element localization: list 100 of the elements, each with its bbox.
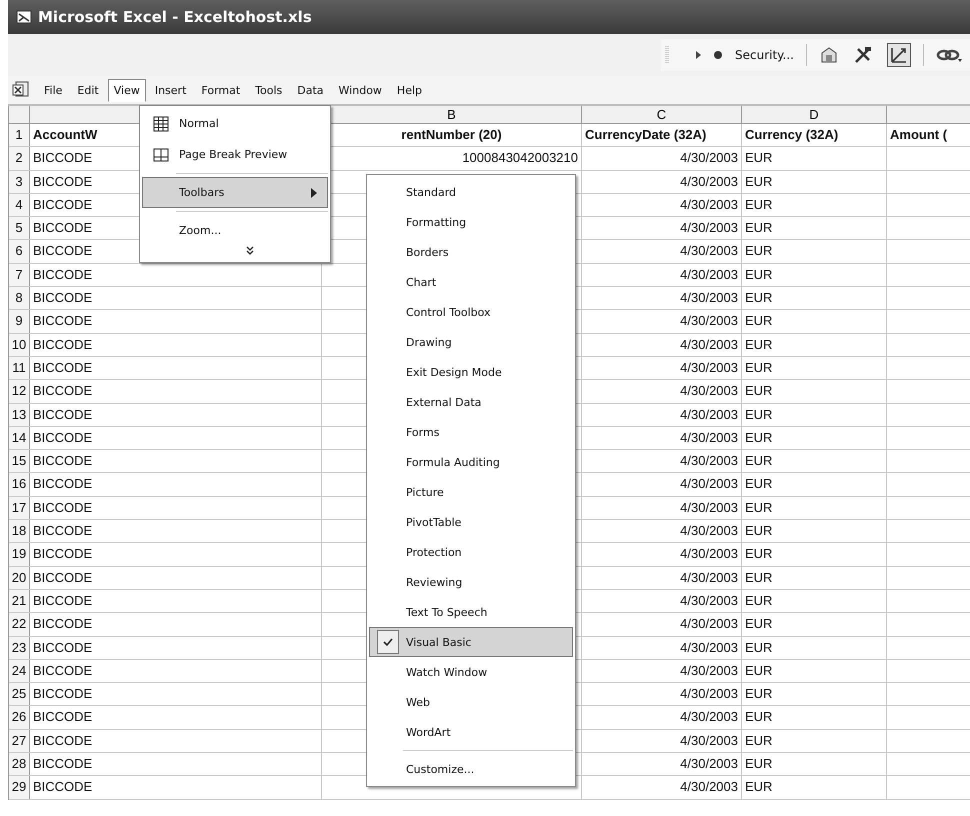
menu-item[interactable]: Help <box>390 78 428 102</box>
menu-item[interactable]: Window <box>332 78 388 102</box>
menu-item[interactable]: Tools <box>249 78 288 102</box>
menu-item[interactable]: Forms <box>369 417 573 447</box>
menu-item[interactable]: Text To Speech <box>369 597 573 627</box>
table-cell: BICCODE <box>33 523 92 538</box>
menu-item[interactable]: Exit Design Mode <box>369 357 573 387</box>
menu-item[interactable]: Drawing <box>369 327 573 357</box>
menu-item[interactable]: Toolbars <box>142 177 328 208</box>
table-cell: 4/30/2003 <box>680 220 738 236</box>
column-header[interactable]: B <box>447 107 456 122</box>
column-header[interactable]: D <box>809 107 819 122</box>
table-cell: 4/30/2003 <box>680 686 738 702</box>
menu-item[interactable]: Borders <box>369 237 573 267</box>
table-cell: BICCODE <box>33 220 92 236</box>
menu-item[interactable]: Formatting <box>369 207 573 237</box>
table-cell: EUR <box>745 243 772 258</box>
table-cell: 4/30/2003 <box>680 243 738 258</box>
security-button[interactable]: Security... <box>732 48 796 62</box>
table-cell: 4/30/2003 <box>680 406 738 422</box>
table-cell: EUR <box>745 732 772 748</box>
table-cell: BICCODE <box>33 640 92 655</box>
table-cell: 4/30/2003 <box>680 150 738 166</box>
column-title: Currency (32A) <box>745 127 838 142</box>
menu-item[interactable]: PivotTable <box>369 507 573 537</box>
table-cell: EUR <box>745 640 772 655</box>
table-cell: BICCODE <box>33 709 92 724</box>
menu-item[interactable]: Standard <box>369 177 573 207</box>
menu-item[interactable]: View <box>108 78 146 102</box>
table-cell: 1000843042003210 <box>462 150 578 166</box>
table-cell: 4/30/2003 <box>680 266 738 282</box>
menu-item[interactable]: Insert <box>148 78 192 102</box>
column-title: AccountW <box>33 127 98 142</box>
table-cell: BICCODE <box>33 313 92 328</box>
table-cell: EUR <box>745 476 772 492</box>
menu-item[interactable]: Reviewing <box>369 567 573 597</box>
table-cell: 4/30/2003 <box>680 546 738 562</box>
table-cell: 4/30/2003 <box>680 709 738 724</box>
menu-item[interactable]: External Data <box>369 387 573 417</box>
table-cell: BICCODE <box>33 592 92 608</box>
table-cell: EUR <box>745 406 772 422</box>
column-header[interactable]: C <box>656 107 666 122</box>
table-cell: EUR <box>745 430 772 445</box>
table-cell: 4/30/2003 <box>680 756 738 772</box>
table-cell: BICCODE <box>33 430 92 445</box>
table-cell: EUR <box>745 196 772 212</box>
record-icon[interactable] <box>712 50 723 60</box>
table-cell: 4/30/2003 <box>680 383 738 398</box>
table-cell: EUR <box>745 383 772 398</box>
table-cell: 4/30/2003 <box>680 640 738 655</box>
table-cell: EUR <box>745 686 772 702</box>
table-cell: 4/30/2003 <box>680 174 738 189</box>
menu-item[interactable]: Chart <box>369 267 573 297</box>
window-title: Microsoft Excel - Exceltohost.xls <box>38 8 312 26</box>
table-cell: EUR <box>745 266 772 282</box>
table-cell: 4/30/2003 <box>680 592 738 608</box>
table-cell: EUR <box>745 570 772 585</box>
table-cell: EUR <box>745 616 772 632</box>
menu-item[interactable]: File <box>38 78 68 102</box>
table-cell: 4/30/2003 <box>680 290 738 306</box>
table-cell: 4/30/2003 <box>680 313 738 328</box>
table-cell: EUR <box>745 662 772 678</box>
table-cell: EUR <box>745 174 772 189</box>
menu-item[interactable]: Formula Auditing <box>369 447 573 477</box>
table-cell: 4/30/2003 <box>680 779 738 794</box>
table-cell: BICCODE <box>33 756 92 772</box>
document-icon[interactable] <box>12 81 30 99</box>
tools-icon[interactable] <box>853 45 873 65</box>
menu-item[interactable]: Control Toolbox <box>369 297 573 327</box>
menu-item[interactable]: WordArt <box>369 717 573 747</box>
table-cell: BICCODE <box>33 546 92 562</box>
menu-item[interactable]: Page Break Preview <box>142 139 328 170</box>
table-cell: BICCODE <box>33 616 92 632</box>
design-mode-icon[interactable] <box>887 43 911 67</box>
table-cell: BICCODE <box>33 686 92 702</box>
table-cell: 4/30/2003 <box>680 336 738 352</box>
menu-item[interactable]: Format <box>195 78 246 102</box>
menu-item[interactable]: Protection <box>369 537 573 567</box>
menu-item[interactable]: Web <box>369 687 573 717</box>
menu-item[interactable]: Watch Window <box>369 657 573 687</box>
menu-item[interactable]: Data <box>291 78 330 102</box>
table-cell: 4/30/2003 <box>680 430 738 445</box>
table-cell: EUR <box>745 546 772 562</box>
table-cell: EUR <box>745 756 772 772</box>
table-cell: EUR <box>745 220 772 236</box>
table-cell: 4/30/2003 <box>680 196 738 212</box>
menu-item[interactable]: Picture <box>369 477 573 507</box>
menu-item[interactable]: Normal <box>142 108 328 139</box>
table-cell: BICCODE <box>33 453 92 468</box>
expand-chevron-icon[interactable] <box>246 246 254 256</box>
menu-item[interactable]: Visual Basic <box>369 627 573 657</box>
table-cell: BICCODE <box>33 732 92 748</box>
menu-item[interactable]: Zoom... <box>142 215 328 246</box>
table-cell: EUR <box>745 453 772 468</box>
table-cell: BICCODE <box>33 243 92 258</box>
menu-item[interactable]: Edit <box>71 78 105 102</box>
table-cell: 4/30/2003 <box>680 360 738 375</box>
table-cell: EUR <box>745 500 772 515</box>
table-cell: BICCODE <box>33 570 92 585</box>
menu-item[interactable]: Customize... <box>369 754 573 784</box>
